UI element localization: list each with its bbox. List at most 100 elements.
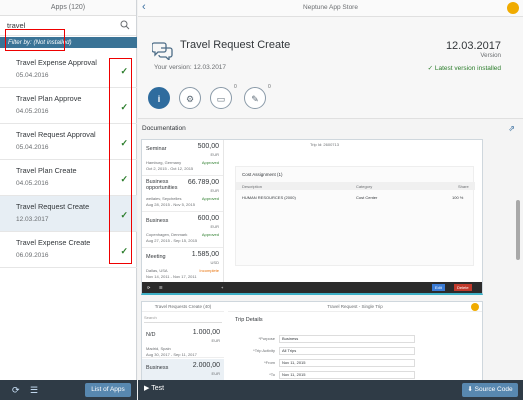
version-label: Version — [480, 52, 501, 59]
app-screenshot-2: Travel Requests Create (40) Travel Reque… — [141, 301, 483, 383]
table-header: Description Category Share — [236, 182, 475, 190]
screenshot-footer: ⟳ ☰ + Edit Delete — [142, 282, 482, 293]
screenshot-list: Seminar 500,00 EUR Hamburg, Germany Oct … — [142, 140, 224, 284]
list-icon[interactable]: ☰ — [30, 385, 38, 396]
item-currency: EUR — [210, 188, 219, 193]
item-currency: USD — [210, 260, 219, 265]
list-item: Business opportunities 66.789,00 EUR wei… — [142, 176, 223, 212]
field-label: *Purpose — [258, 336, 275, 341]
apps-count-header: Apps (120) — [0, 0, 136, 16]
trip-details-title: Trip Details — [235, 317, 263, 323]
field-value: Nov 11, 2015 — [279, 359, 415, 367]
item-amount: 1.000,00 — [192, 329, 220, 336]
field-label: *From — [264, 360, 275, 365]
object-header: Travel Request Create Your version: 12.0… — [138, 17, 523, 81]
edit-button: Edit — [432, 284, 445, 291]
item-location: weilaiev, Seychelles — [146, 196, 182, 201]
field-value: Nov 11, 2015 — [279, 371, 415, 379]
column-header: Category — [356, 184, 373, 189]
page-title: Neptune App Store — [303, 4, 358, 11]
tab-notes-count: 0 — [268, 84, 271, 90]
item-amount: 1.585,00 — [191, 251, 219, 258]
share-icon[interactable]: ⇗ — [508, 124, 515, 133]
item-location: Dallas, USA — [146, 268, 168, 273]
item-dates: Aug 27, 2015 - Sep 15, 2015 — [146, 238, 198, 243]
highlight-box-checks — [109, 58, 132, 264]
tab-feedback[interactable]: ▭ — [210, 87, 232, 109]
item-currency: EUR — [210, 224, 219, 229]
user-avatar[interactable] — [507, 2, 519, 14]
item-name: Seminar — [146, 146, 167, 152]
item-amount: 66.789,00 — [187, 179, 219, 186]
list-icon: ☰ — [159, 285, 163, 290]
list-item: N/D 1.000,00 EUR Madrid, Spain Aug 30, 2… — [142, 326, 224, 358]
search-icon[interactable] — [120, 20, 130, 30]
icon-tab-bar: i ⚙ ▭ 0 ✎ 0 — [138, 81, 523, 119]
delete-button: Delete — [454, 284, 472, 291]
item-status: Approved — [201, 232, 219, 237]
install-status: ✓ Latest version installed — [427, 65, 501, 72]
trip-id: Trip Id: 2600713 — [310, 142, 339, 147]
item-currency: EUR — [211, 371, 220, 376]
field-label: *Trip Activity — [253, 348, 275, 353]
form-field: *Trip Activity All Trips — [235, 347, 415, 355]
test-button[interactable]: ▶ Test — [144, 384, 164, 392]
refresh-icon: ⟳ — [147, 285, 151, 290]
list-item: Seminar 500,00 EUR Hamburg, Germany Oct … — [142, 140, 223, 176]
screenshot-detail-title: Travel Request - Single Trip — [228, 302, 482, 312]
list-item: Meeting 1.585,00 USD Dallas, USA Nov 14,… — [142, 248, 223, 284]
item-amount: 600,00 — [197, 215, 219, 222]
refresh-icon[interactable]: ⟳ — [12, 385, 20, 396]
item-amount: 2.000,00 — [192, 362, 220, 369]
screenshot-list-title: Travel Requests Create (40) — [142, 302, 224, 312]
right-footer: ▶ Test ⬇ Source Code — [138, 380, 523, 400]
source-code-label: Source Code — [474, 386, 513, 393]
item-name: N/D — [146, 332, 156, 338]
top-bar: ‹ Neptune App Store — [138, 0, 523, 17]
left-footer: ⟳ ☰ List of Apps — [0, 380, 137, 400]
item-name: Business — [146, 365, 169, 371]
cost-title: Cost Assignment (1) — [242, 172, 283, 177]
list-of-apps-button[interactable]: List of Apps — [85, 383, 131, 397]
installed-version: Your version: 12.03.2017 — [154, 64, 227, 71]
table-cell: HUMAN RESOURCES (2000) — [242, 195, 296, 200]
table-cell: 100 % — [452, 195, 464, 200]
install-status-text: Latest version installed — [434, 65, 501, 72]
item-location: Hamburg, Germany — [146, 160, 182, 165]
tab-settings[interactable]: ⚙ — [179, 87, 201, 109]
tab-info[interactable]: i — [148, 87, 170, 109]
table-cell: Cost Center — [356, 195, 378, 200]
column-header: Description — [242, 184, 263, 189]
item-status: Approved — [201, 160, 219, 165]
app-title: Travel Request Create — [180, 39, 291, 51]
item-amount: 500,00 — [197, 143, 219, 150]
app-screenshot-1: Seminar 500,00 EUR Hamburg, Germany Oct … — [141, 139, 483, 295]
item-currency: EUR — [210, 152, 219, 157]
form-field: *From Nov 11, 2015 — [235, 359, 415, 367]
table-row: HUMAN RESOURCES (2000) Cost Center 100 % — [236, 193, 475, 201]
source-code-button[interactable]: ⬇ Source Code — [462, 383, 518, 397]
highlight-box-filter — [5, 29, 65, 51]
item-location: Copenhagen, Denmark — [146, 232, 188, 237]
item-location: Madrid, Spain — [146, 346, 171, 351]
version-date: 12.03.2017 — [445, 40, 501, 52]
test-label: Test — [151, 385, 165, 392]
item-status: Incomplete — [199, 268, 219, 273]
item-dates: Nov 14, 2011 - Nov 17, 2011 — [146, 274, 197, 279]
tab-feedback-count: 0 — [234, 84, 237, 90]
tab-notes[interactable]: ✎ — [244, 87, 266, 109]
item-dates: Aug 30, 2017 - Sep 11, 2017 — [146, 352, 197, 357]
item-dates: Aug 28, 2015 - Nov 5, 2015 — [146, 202, 195, 207]
item-name: Business opportunities — [146, 179, 178, 191]
avatar — [471, 303, 479, 311]
item-currency: EUR — [211, 338, 220, 343]
app-detail-panel: ‹ Neptune App Store Travel Request Creat… — [138, 0, 523, 400]
scrollbar[interactable] — [516, 200, 520, 260]
field-value: Business — [279, 335, 415, 343]
add-icon: + — [221, 285, 224, 290]
form-field: *To Nov 11, 2015 — [235, 371, 415, 379]
app-list-panel: Apps (120) travel Filter by: (Not instal… — [0, 0, 137, 400]
field-value: All Trips — [279, 347, 415, 355]
chat-bubbles-icon — [152, 42, 173, 60]
documentation-bar: Documentation ⇗ — [138, 121, 523, 135]
